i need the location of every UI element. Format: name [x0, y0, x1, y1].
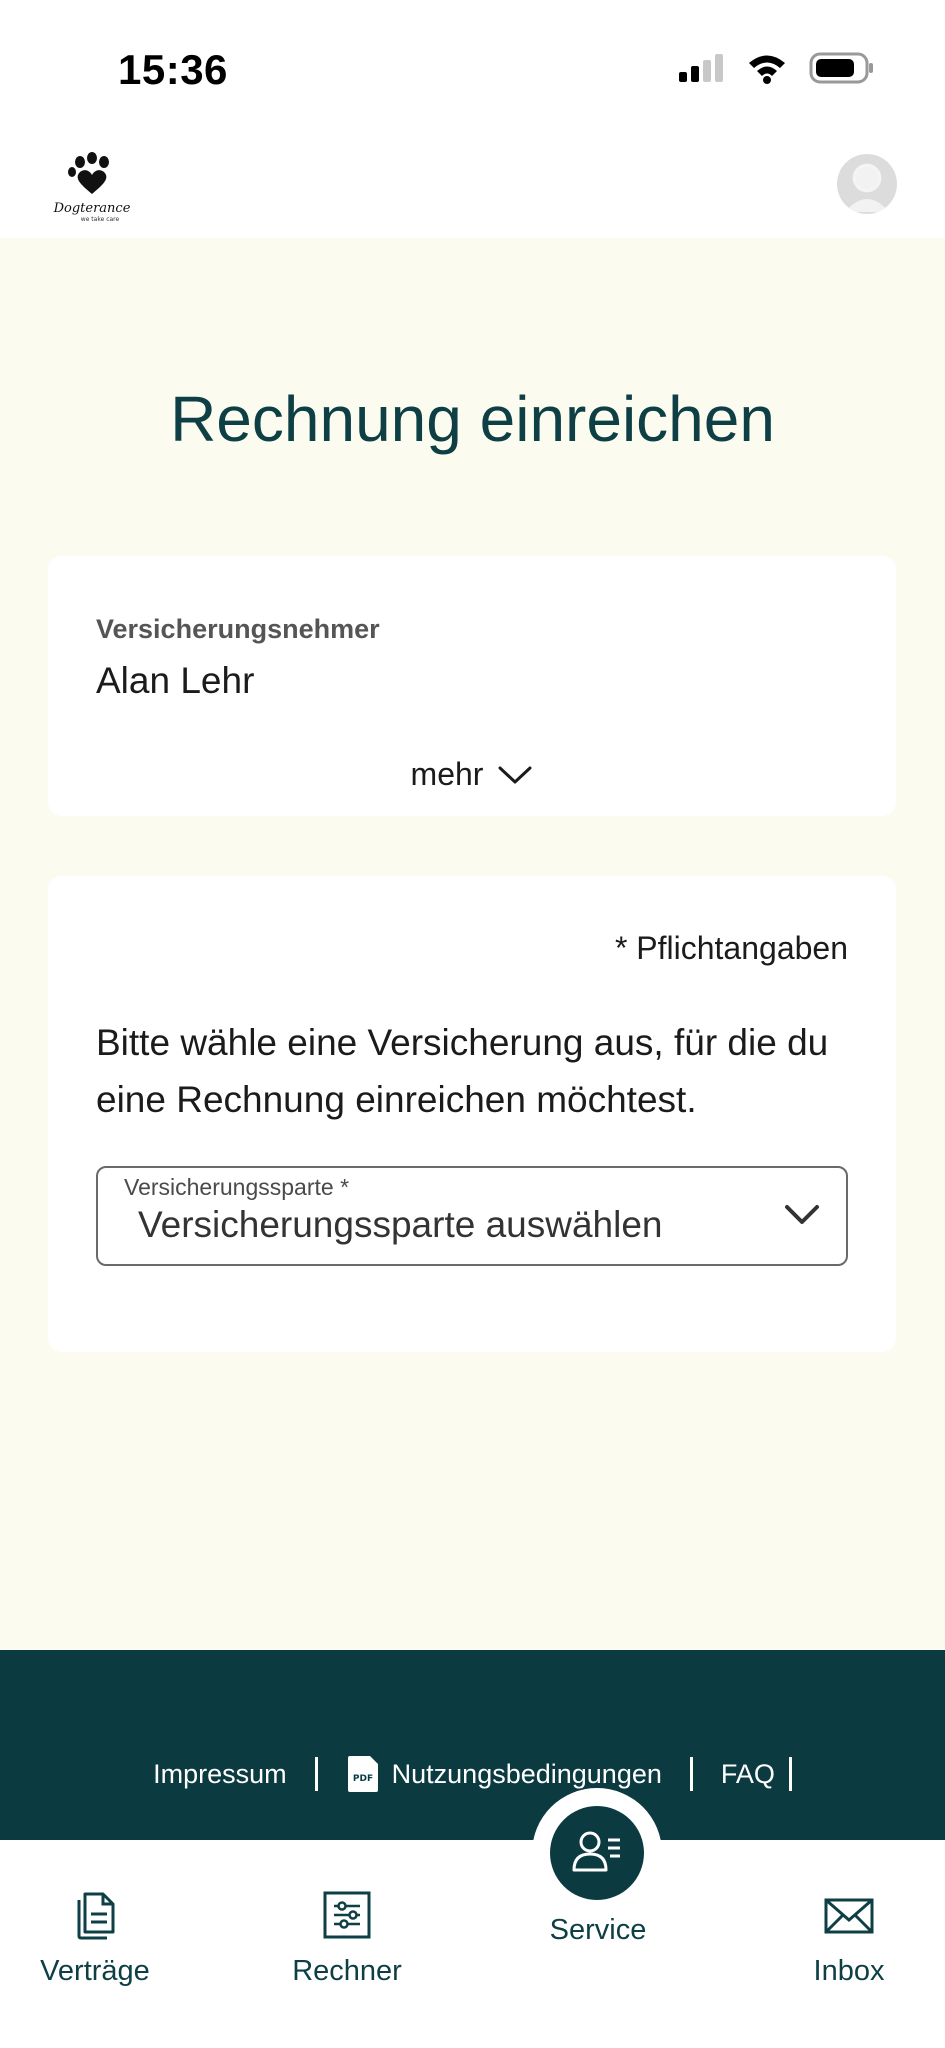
footer-link-terms[interactable]: PDF Nutzungsbedingungen [346, 1754, 662, 1794]
svg-text:Dogterance: Dogterance [53, 201, 131, 216]
nav-label-service: Service [549, 1914, 647, 1946]
insurance-type-value: Versicherungssparte auswählen [138, 1204, 663, 1245]
nav-item-service[interactable] [550, 1806, 644, 1900]
policy-holder-card: Versicherungsnehmer Alan Lehr mehr [48, 556, 896, 816]
paw-heart-icon: Dogterance we take care [53, 152, 131, 223]
battery-icon [809, 52, 873, 84]
footer-link-label: Nutzungsbedingungen [391, 1758, 662, 1789]
page-title: Rechnung einreichen [170, 383, 775, 455]
more-toggle-button[interactable]: mehr [48, 756, 896, 793]
bottom-navigation: Verträge Rechner Inbox [0, 1840, 945, 2048]
nav-label: Rechner [292, 1955, 402, 1987]
signal-icon [679, 54, 723, 82]
footer-separator [314, 1757, 318, 1791]
pdf-file-icon: PDF [347, 1756, 378, 1792]
status-icons [677, 52, 875, 84]
insurance-type-label: Versicherungssparte * [124, 1174, 350, 1200]
more-label: mehr [410, 756, 484, 792]
footer-link-faq[interactable]: FAQ [721, 1759, 775, 1790]
footer-link-label: Impressum [153, 1758, 287, 1789]
instruction-text: Bitte wähle eine Versicherung aus, für d… [96, 1022, 829, 1120]
chevron-down-icon [785, 1205, 819, 1224]
wifi-icon [749, 55, 785, 84]
svg-text:we take care: we take care [81, 216, 120, 223]
app-header: Dogterance we take care [0, 140, 945, 238]
service-icon [572, 1831, 620, 1872]
brand-logo[interactable]: Dogterance we take care [50, 150, 134, 224]
status-bar: 15:36 [0, 0, 945, 140]
nav-label: Inbox [813, 1955, 885, 1987]
inbox-icon [824, 1898, 874, 1934]
nav-item-vertraege[interactable]: Verträge [10, 1890, 180, 1988]
user-avatar[interactable] [837, 154, 897, 214]
policy-holder-label: Versicherungsnehmer [96, 614, 380, 644]
nav-label: Verträge [40, 1955, 150, 1987]
chevron-down-icon [498, 766, 532, 783]
footer-separator [689, 1757, 693, 1791]
insurance-type-select[interactable]: Versicherungssparte * Versicherungsspart… [96, 1166, 848, 1266]
invoice-form-card: * Pflichtangaben Bitte wähle eine Versic… [48, 876, 896, 1352]
required-fields-note: * Pflichtangaben [614, 930, 848, 966]
svg-text:PDF: PDF [353, 1774, 373, 1784]
footer-link-impressum[interactable]: Impressum [153, 1759, 287, 1790]
policy-holder-name: Alan Lehr [96, 660, 255, 701]
nav-item-inbox[interactable]: Inbox [764, 1890, 934, 1988]
footer-links: Impressum PDF Nutzungsbedingungen FAQ [0, 1754, 945, 1794]
footer-separator [788, 1757, 792, 1791]
user-icon [845, 167, 889, 212]
contract-icon [77, 1892, 115, 1940]
nav-item-rechner[interactable]: Rechner [262, 1890, 432, 1988]
footer: Impressum PDF Nutzungsbedingungen FAQ [0, 1650, 945, 1840]
status-time: 15:36 [118, 46, 228, 93]
calculator-icon [323, 1891, 371, 1939]
footer-link-label: FAQ [720, 1758, 775, 1789]
